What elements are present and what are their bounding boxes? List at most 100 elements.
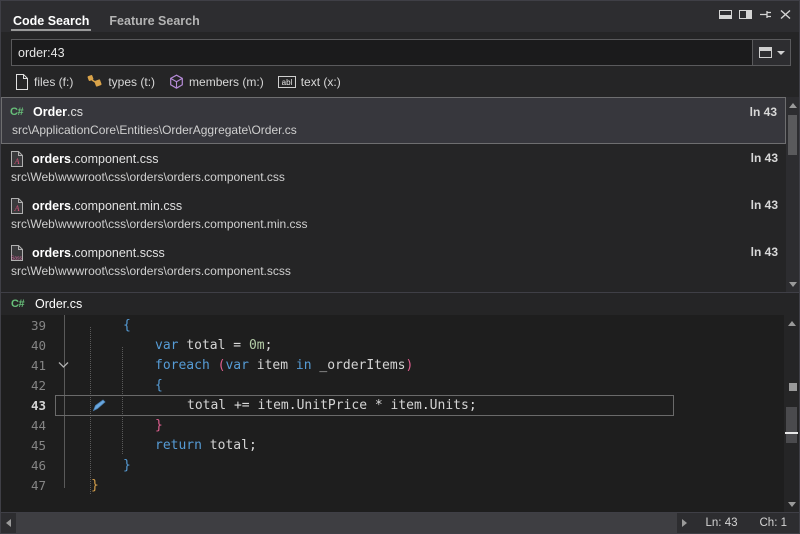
tab-feature-search[interactable]: Feature Search — [107, 1, 201, 32]
fold-chevron-icon[interactable] — [58, 361, 69, 369]
filter-members[interactable]: members (m:) — [169, 74, 264, 90]
result-line-badge: ln 43 — [751, 151, 778, 165]
result-file-path: src\Web\wwwroot\css\orders\orders.compon… — [9, 170, 780, 184]
code-search-window: Code Search Feature Search — [0, 0, 800, 534]
chevron-down-icon — [777, 51, 785, 55]
table-row[interactable]: C# Order.cs src\ApplicationCore\Entities… — [1, 97, 786, 144]
search-history-button[interactable] — [753, 39, 791, 66]
code-line: 44 } — [1, 415, 784, 435]
result-rows: C# Order.cs src\ApplicationCore\Entities… — [1, 97, 786, 292]
window-controls — [719, 8, 792, 21]
filter-types-label: types (t:) — [108, 75, 155, 89]
filter-files-label: files (f:) — [34, 75, 73, 89]
filter-text[interactable]: abl text (x:) — [278, 75, 341, 89]
scroll-down-icon[interactable] — [786, 277, 799, 291]
results-scrollbar-thumb[interactable] — [788, 115, 797, 155]
scroll-up-icon[interactable] — [784, 316, 799, 330]
horizontal-scrollbar[interactable] — [16, 513, 677, 533]
result-line-badge: ln 43 — [751, 292, 778, 293]
css-icon: A — [9, 198, 25, 214]
code-line: 39 { — [1, 315, 784, 335]
code-line: 46 } — [1, 455, 784, 475]
result-file-name: orders.component.css — [32, 152, 158, 166]
sass-icon: Sass — [9, 245, 25, 261]
line-number: 43 — [1, 398, 53, 413]
editor-scrollbar-thumb[interactable] — [786, 407, 797, 443]
hscroll-left-icon[interactable] — [1, 513, 16, 533]
result-file-path: src\Web\wwwroot\css\orders\orders.compon… — [9, 217, 780, 231]
editor-area: 39 { 40 var total = 0m; 41 foreach (var … — [1, 315, 799, 512]
preview-header: C# Order.cs — [1, 293, 799, 315]
status-bar: Ln: 43 Ch: 1 — [1, 512, 799, 533]
code-line: 42 { — [1, 375, 784, 395]
scroll-marker — [789, 383, 797, 391]
table-row[interactable]: Sass orders.component.scss src\Web\wwwro… — [1, 238, 786, 285]
tab-code-search[interactable]: Code Search — [11, 1, 91, 32]
code-text: { — [75, 378, 784, 393]
line-number: 42 — [1, 378, 53, 393]
search-input[interactable] — [18, 46, 746, 60]
table-row[interactable]: A orders.component.css src\Web\wwwroot\c… — [1, 144, 786, 191]
members-icon — [169, 74, 184, 90]
types-icon — [87, 74, 103, 90]
filter-chips: files (f:) types (t:) members (m:) abl t… — [1, 66, 799, 97]
text-icon: abl — [278, 75, 296, 89]
file-icon — [15, 74, 29, 90]
status-info: Ln: 43 Ch: 1 — [692, 517, 799, 529]
line-number: 41 — [1, 358, 53, 373]
scroll-up-icon[interactable] — [786, 98, 799, 112]
tab-feature-search-label: Feature Search — [109, 15, 199, 28]
svg-text:A: A — [14, 157, 20, 166]
preview-file-title: Order.cs — [35, 297, 82, 311]
code-line-current: 43 total += item.UnitPrice * item.Units; — [1, 395, 784, 415]
preview-right-icon[interactable] — [739, 8, 752, 21]
result-line-badge: ln 43 — [750, 105, 777, 119]
result-line-badge: ln 43 — [751, 198, 778, 212]
filter-files[interactable]: files (f:) — [15, 74, 73, 90]
code-text: } — [75, 478, 784, 493]
code-text: } — [75, 418, 784, 433]
result-file-name: orders.component.scss — [32, 246, 165, 260]
code-text: total += item.UnitPrice * item.Units; — [75, 398, 784, 413]
tab-strip: Code Search Feature Search — [11, 1, 202, 32]
result-file-name: OrderItem.cs — [32, 293, 106, 294]
hscroll-right-icon[interactable] — [677, 513, 692, 533]
result-file-path: src\ApplicationCore\Entities\OrderAggreg… — [10, 123, 779, 137]
code-view[interactable]: 39 { 40 var total = 0m; 41 foreach (var … — [1, 315, 784, 512]
code-text: { — [75, 318, 784, 333]
css-icon: A — [9, 151, 25, 167]
code-text: } — [75, 458, 784, 473]
close-icon[interactable] — [779, 8, 792, 21]
scroll-down-icon[interactable] — [784, 497, 799, 511]
code-line: 40 var total = 0m; — [1, 335, 784, 355]
filter-types[interactable]: types (t:) — [87, 74, 155, 90]
line-number: 47 — [1, 478, 53, 493]
table-row[interactable]: C# OrderItem.cs src\ApplicationCore\Enti… — [1, 285, 786, 293]
code-line: 47 } — [1, 475, 784, 495]
code-line: 45 return total; — [1, 435, 784, 455]
result-file-path: src\Web\wwwroot\css\orders\orders.compon… — [9, 264, 780, 278]
title-bar: Code Search Feature Search — [1, 1, 799, 32]
code-text: var total = 0m; — [75, 338, 784, 353]
csharp-icon: C# — [9, 292, 25, 294]
code-text: foreach (var item in _orderItems) — [75, 358, 784, 373]
results-scrollbar[interactable] — [786, 97, 799, 292]
filter-members-label: members (m:) — [189, 75, 264, 89]
status-char: Ch: 1 — [760, 517, 788, 529]
svg-text:A: A — [14, 204, 20, 213]
tab-code-search-label: Code Search — [13, 15, 89, 28]
search-row — [11, 39, 791, 66]
editor-scrollbar[interactable] — [784, 315, 799, 512]
csharp-icon: C# — [10, 104, 26, 120]
search-results-list: C# Order.cs src\ApplicationCore\Entities… — [1, 97, 799, 293]
code-text: return total; — [75, 438, 784, 453]
code-line: 41 foreach (var item in _orderItems) — [1, 355, 784, 375]
line-number: 39 — [1, 318, 53, 333]
result-file-name: Order.cs — [33, 105, 83, 119]
table-row[interactable]: A orders.component.min.css src\Web\wwwro… — [1, 191, 786, 238]
pin-icon[interactable] — [759, 8, 772, 21]
preview-bottom-icon[interactable] — [719, 8, 732, 21]
result-file-name: orders.component.min.css — [32, 199, 182, 213]
search-box[interactable] — [11, 39, 753, 66]
line-number: 40 — [1, 338, 53, 353]
